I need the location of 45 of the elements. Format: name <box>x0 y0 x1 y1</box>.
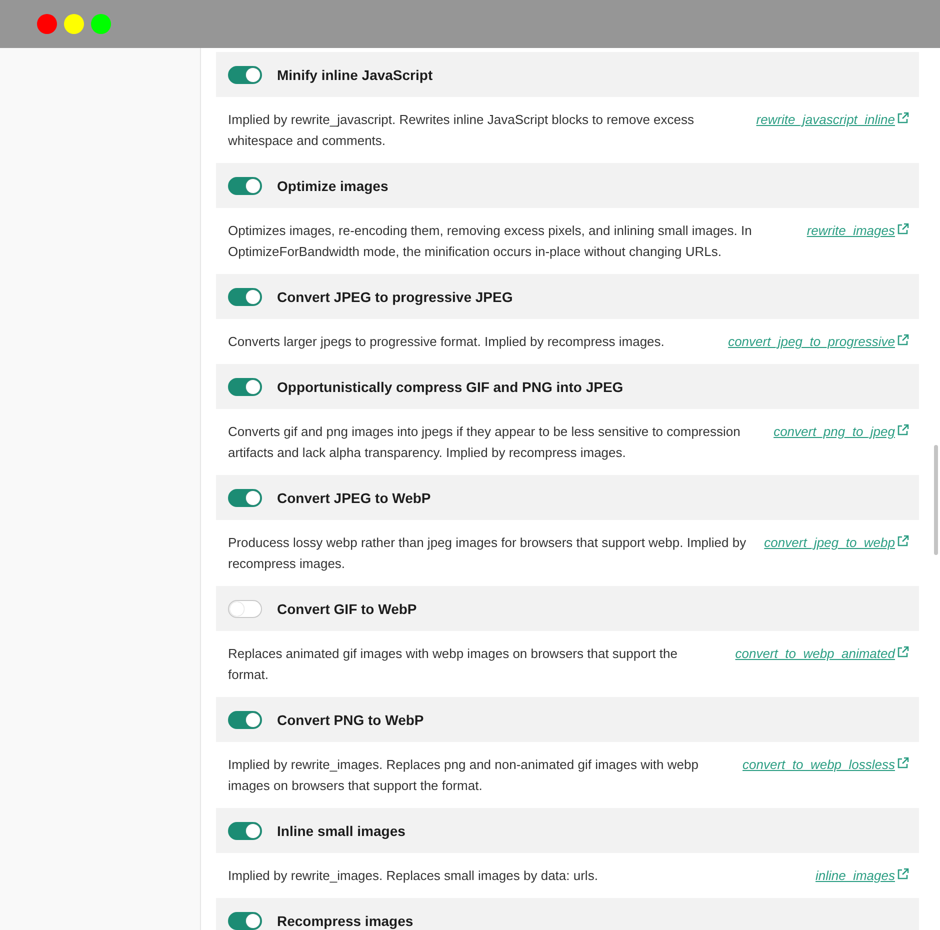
toggle-switch[interactable] <box>228 288 262 306</box>
setting-title: Convert JPEG to WebP <box>277 490 431 506</box>
external-link-icon <box>897 223 909 235</box>
window-control[interactable] <box>91 14 111 34</box>
setting-description: Implied by rewrite_images. Replaces png and non-animated gif images with webp images on browsers that support the format. <box>228 756 700 795</box>
setting-title: Optimize images <box>277 178 388 194</box>
setting-description: Implied by rewrite_javascript. Rewrites inline JavaScript blocks to remove excess whitespace and comments. <box>228 111 696 150</box>
toggle-switch[interactable] <box>228 710 262 728</box>
docs-link[interactable]: inline_images <box>816 865 895 886</box>
external-link-icon <box>897 424 909 436</box>
external-link-icon <box>897 757 909 769</box>
toggle-switch[interactable] <box>228 176 262 194</box>
toggle-switch[interactable] <box>228 488 262 506</box>
toggle-switch[interactable] <box>228 912 262 930</box>
external-link-icon <box>897 868 909 880</box>
docs-link[interactable]: rewrite_javascript_inline <box>756 109 895 130</box>
toggle-switch[interactable] <box>228 822 262 840</box>
setting-description: Replaces animated gif images with webp images on browsers that support the format. <box>228 645 678 684</box>
docs-link[interactable]: convert_jpeg_to_webp <box>764 532 895 553</box>
external-link-icon <box>897 535 909 547</box>
setting-title: Recompress images <box>277 912 414 928</box>
setting-description: Converts larger jpegs to progressive format. Implied by recompress images. <box>228 333 666 351</box>
setting-title: Opportunistically compress GIF and PNG into JPEG <box>277 378 624 394</box>
setting-title: Convert JPEG to progressive JPEG <box>277 288 513 304</box>
docs-link[interactable]: convert_to_webp_lossless <box>742 754 895 775</box>
setting-description: Converts gif and png images into jpegs if they appear to be less sensitive to compression artifacts and lack alpha transparency. Implied by recompress images. <box>228 423 742 462</box>
toggle-switch[interactable] <box>228 378 262 396</box>
external-link-icon <box>897 334 909 346</box>
setting-title: Convert GIF to WebP <box>277 600 417 616</box>
setting-description: Producess lossy webp rather than jpeg images for browsers that support webp. Implied by recompress images. <box>228 534 748 573</box>
toggle-switch[interactable] <box>228 66 262 84</box>
setting-description: Optimizes images, re-encoding them, removing excess pixels, and inlining small images. In OptimizeForBandwidth mode, the minification occurs in-place without changing URLs. <box>228 222 753 261</box>
scrollbar-thumb[interactable] <box>934 445 938 555</box>
setting-title: Minify inline JavaScript <box>277 66 433 82</box>
setting-title: Convert PNG to WebP <box>277 712 424 728</box>
external-link-icon <box>897 646 909 658</box>
setting-description: Implied by rewrite_images. Replaces small images by data: urls. <box>228 867 599 885</box>
toggle-switch[interactable] <box>228 600 262 618</box>
docs-link[interactable]: convert_png_to_jpeg <box>774 421 895 442</box>
docs-link[interactable]: convert_jpeg_to_progressive <box>728 331 895 352</box>
window-control[interactable] <box>64 14 84 34</box>
setting-title: Inline small images <box>277 822 406 838</box>
docs-link[interactable]: convert_to_webp_animated <box>735 643 895 664</box>
external-link-icon <box>897 112 909 124</box>
docs-link[interactable]: rewrite_images <box>806 220 895 241</box>
